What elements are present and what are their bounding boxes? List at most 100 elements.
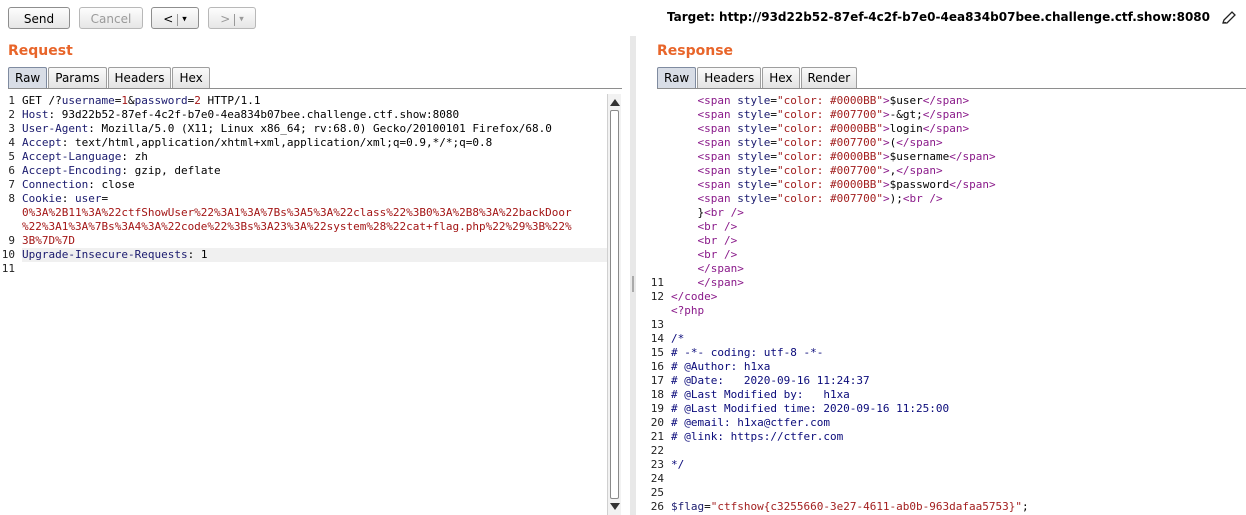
response-token: "ctfshow{c3255660-3e27-4611-ab0b-963dafa… bbox=[710, 500, 1023, 513]
request-line-number: 6 bbox=[8, 164, 15, 177]
response-line-number bbox=[640, 164, 664, 178]
request-code-line: User-Agent: Mozilla/5.0 (X11; Linux x86_… bbox=[22, 122, 607, 136]
back-button[interactable]: < ▾ bbox=[151, 7, 199, 29]
forward-button[interactable]: > ▾ bbox=[208, 7, 256, 29]
request-token: GET /? bbox=[22, 94, 62, 107]
request-code-line bbox=[22, 262, 607, 276]
request-token: Cookie bbox=[22, 192, 62, 205]
response-tab-headers[interactable]: Headers bbox=[697, 67, 762, 88]
request-editor[interactable]: 1 2 3 4 5 6 7 8 9 10 11 GET /?username=1&password=… bbox=[0, 94, 607, 515]
request-line-number: 2 bbox=[8, 108, 15, 121]
response-token: </span> bbox=[896, 164, 943, 177]
response-token: </span> bbox=[896, 136, 943, 149]
response-code: <span style="color: #0000BB">$user</span… bbox=[671, 94, 1246, 514]
request-token: 3B%7D%7D bbox=[22, 234, 75, 247]
splitter-grip-icon bbox=[632, 276, 634, 292]
request-code-line: Accept: text/html,application/xhtml+xml,… bbox=[22, 136, 607, 150]
response-token: "color: #0000BB" bbox=[777, 178, 883, 191]
response-line-number bbox=[640, 192, 664, 206]
response-line-number: 22 bbox=[650, 444, 664, 457]
response-line-number bbox=[640, 178, 664, 192]
response-token: "color: #007700" bbox=[777, 192, 883, 205]
response-token: # @Date: 2020-09-16 11:24:37 bbox=[671, 374, 870, 387]
response-tab-hex[interactable]: Hex bbox=[762, 67, 800, 88]
response-code-line: /* bbox=[671, 332, 1246, 346]
response-code-line: }<br /> bbox=[671, 206, 1246, 220]
request-code-line: Accept-Language: zh bbox=[22, 150, 607, 164]
response-line-number bbox=[640, 136, 664, 150]
response-token: <span bbox=[697, 94, 738, 107]
request-token: Host bbox=[22, 108, 49, 121]
response-line-number bbox=[640, 262, 664, 276]
response-code-line: </span> bbox=[671, 262, 1246, 276]
request-line-number: 4 bbox=[8, 136, 15, 149]
response-token bbox=[671, 276, 698, 289]
request-code-line: Host: 93d22b52-87ef-4c2f-b7e0-4ea834b07b… bbox=[22, 108, 607, 122]
response-tab-raw[interactable]: Raw bbox=[657, 67, 697, 88]
response-token bbox=[671, 164, 698, 177]
response-token: = bbox=[770, 192, 777, 205]
response-token: # @Last Modified by: h1xa bbox=[671, 388, 850, 401]
response-code-line bbox=[671, 486, 1246, 500]
edit-target-pencil-icon[interactable] bbox=[1220, 9, 1238, 27]
request-code-line: Connection: close bbox=[22, 178, 607, 192]
response-editor[interactable]: 11 12 13 14 15 16 17 18 19 20 21 22 23 24 25 26 <span s… bbox=[640, 94, 1246, 515]
response-token: <br /> bbox=[704, 206, 744, 219]
response-token bbox=[671, 94, 698, 107]
request-line-number bbox=[0, 206, 15, 220]
request-tab-hex[interactable]: Hex bbox=[172, 67, 210, 88]
request-scrollbar[interactable] bbox=[607, 94, 621, 515]
response-token: > bbox=[882, 164, 890, 177]
response-code-line: </code> bbox=[671, 290, 1246, 304]
request-line-number: 1 bbox=[8, 94, 15, 107]
response-tabs: Raw Headers Hex Render bbox=[657, 67, 858, 89]
response-token: # -*- coding: utf-8 -*- bbox=[671, 346, 824, 359]
forward-label: > bbox=[220, 12, 231, 26]
response-token: "color: #007700" bbox=[777, 136, 883, 149]
back-label: < bbox=[163, 12, 174, 26]
response-line-number bbox=[640, 220, 664, 234]
response-token: style bbox=[737, 164, 771, 177]
response-token: > bbox=[882, 150, 890, 163]
scroll-up-arrow-icon[interactable] bbox=[610, 99, 620, 106]
request-token: : close bbox=[88, 178, 135, 191]
response-token bbox=[671, 136, 698, 149]
request-token: user bbox=[75, 192, 102, 205]
response-code-line: */ bbox=[671, 458, 1246, 472]
response-token: > bbox=[882, 108, 890, 121]
scroll-down-arrow-icon[interactable] bbox=[610, 503, 620, 510]
request-scroll-thumb[interactable] bbox=[610, 110, 619, 499]
request-token: User-Agent bbox=[22, 122, 89, 135]
response-token: > bbox=[882, 94, 890, 107]
request-token: Accept-Encoding bbox=[22, 164, 122, 177]
response-token: </span> bbox=[922, 94, 970, 107]
response-tab-render[interactable]: Render bbox=[800, 67, 858, 88]
response-token: style bbox=[737, 192, 771, 205]
response-token: $username bbox=[889, 150, 950, 163]
response-code-line bbox=[671, 444, 1246, 458]
response-token: <?php bbox=[671, 304, 705, 317]
response-code-line: <span style="color: #007700">);<br /> bbox=[671, 192, 1246, 206]
cancel-button[interactable]: Cancel bbox=[79, 7, 143, 29]
response-token: </code> bbox=[671, 290, 718, 303]
request-token: : text/html,application/xhtml+xml,applic… bbox=[61, 136, 493, 149]
request-tab-raw[interactable]: Raw bbox=[8, 67, 48, 88]
request-token: username bbox=[61, 94, 115, 107]
response-line-number: 21 bbox=[650, 430, 664, 443]
response-token: = bbox=[770, 178, 777, 191]
response-token: "color: #0000BB" bbox=[777, 122, 883, 135]
request-tab-params[interactable]: Params bbox=[48, 67, 107, 88]
response-token: "color: #007700" bbox=[777, 108, 883, 121]
response-line-numbers: 11 12 13 14 15 16 17 18 19 20 21 22 23 24 25 26 bbox=[640, 94, 664, 514]
pane-splitter[interactable] bbox=[630, 36, 636, 515]
request-tab-headers[interactable]: Headers bbox=[107, 67, 172, 88]
response-token bbox=[671, 248, 698, 261]
response-token: = bbox=[704, 500, 711, 513]
response-token: -&gt; bbox=[889, 108, 923, 121]
send-button[interactable]: Send bbox=[8, 7, 70, 29]
response-line-number: 14 bbox=[650, 332, 664, 345]
response-token: # @Author: h1xa bbox=[671, 360, 771, 373]
response-code-line: <span style="color: #007700">(</span> bbox=[671, 136, 1246, 150]
request-code-line: Accept-Encoding: gzip, deflate bbox=[22, 164, 607, 178]
request-token: Accept-Language bbox=[22, 150, 122, 163]
